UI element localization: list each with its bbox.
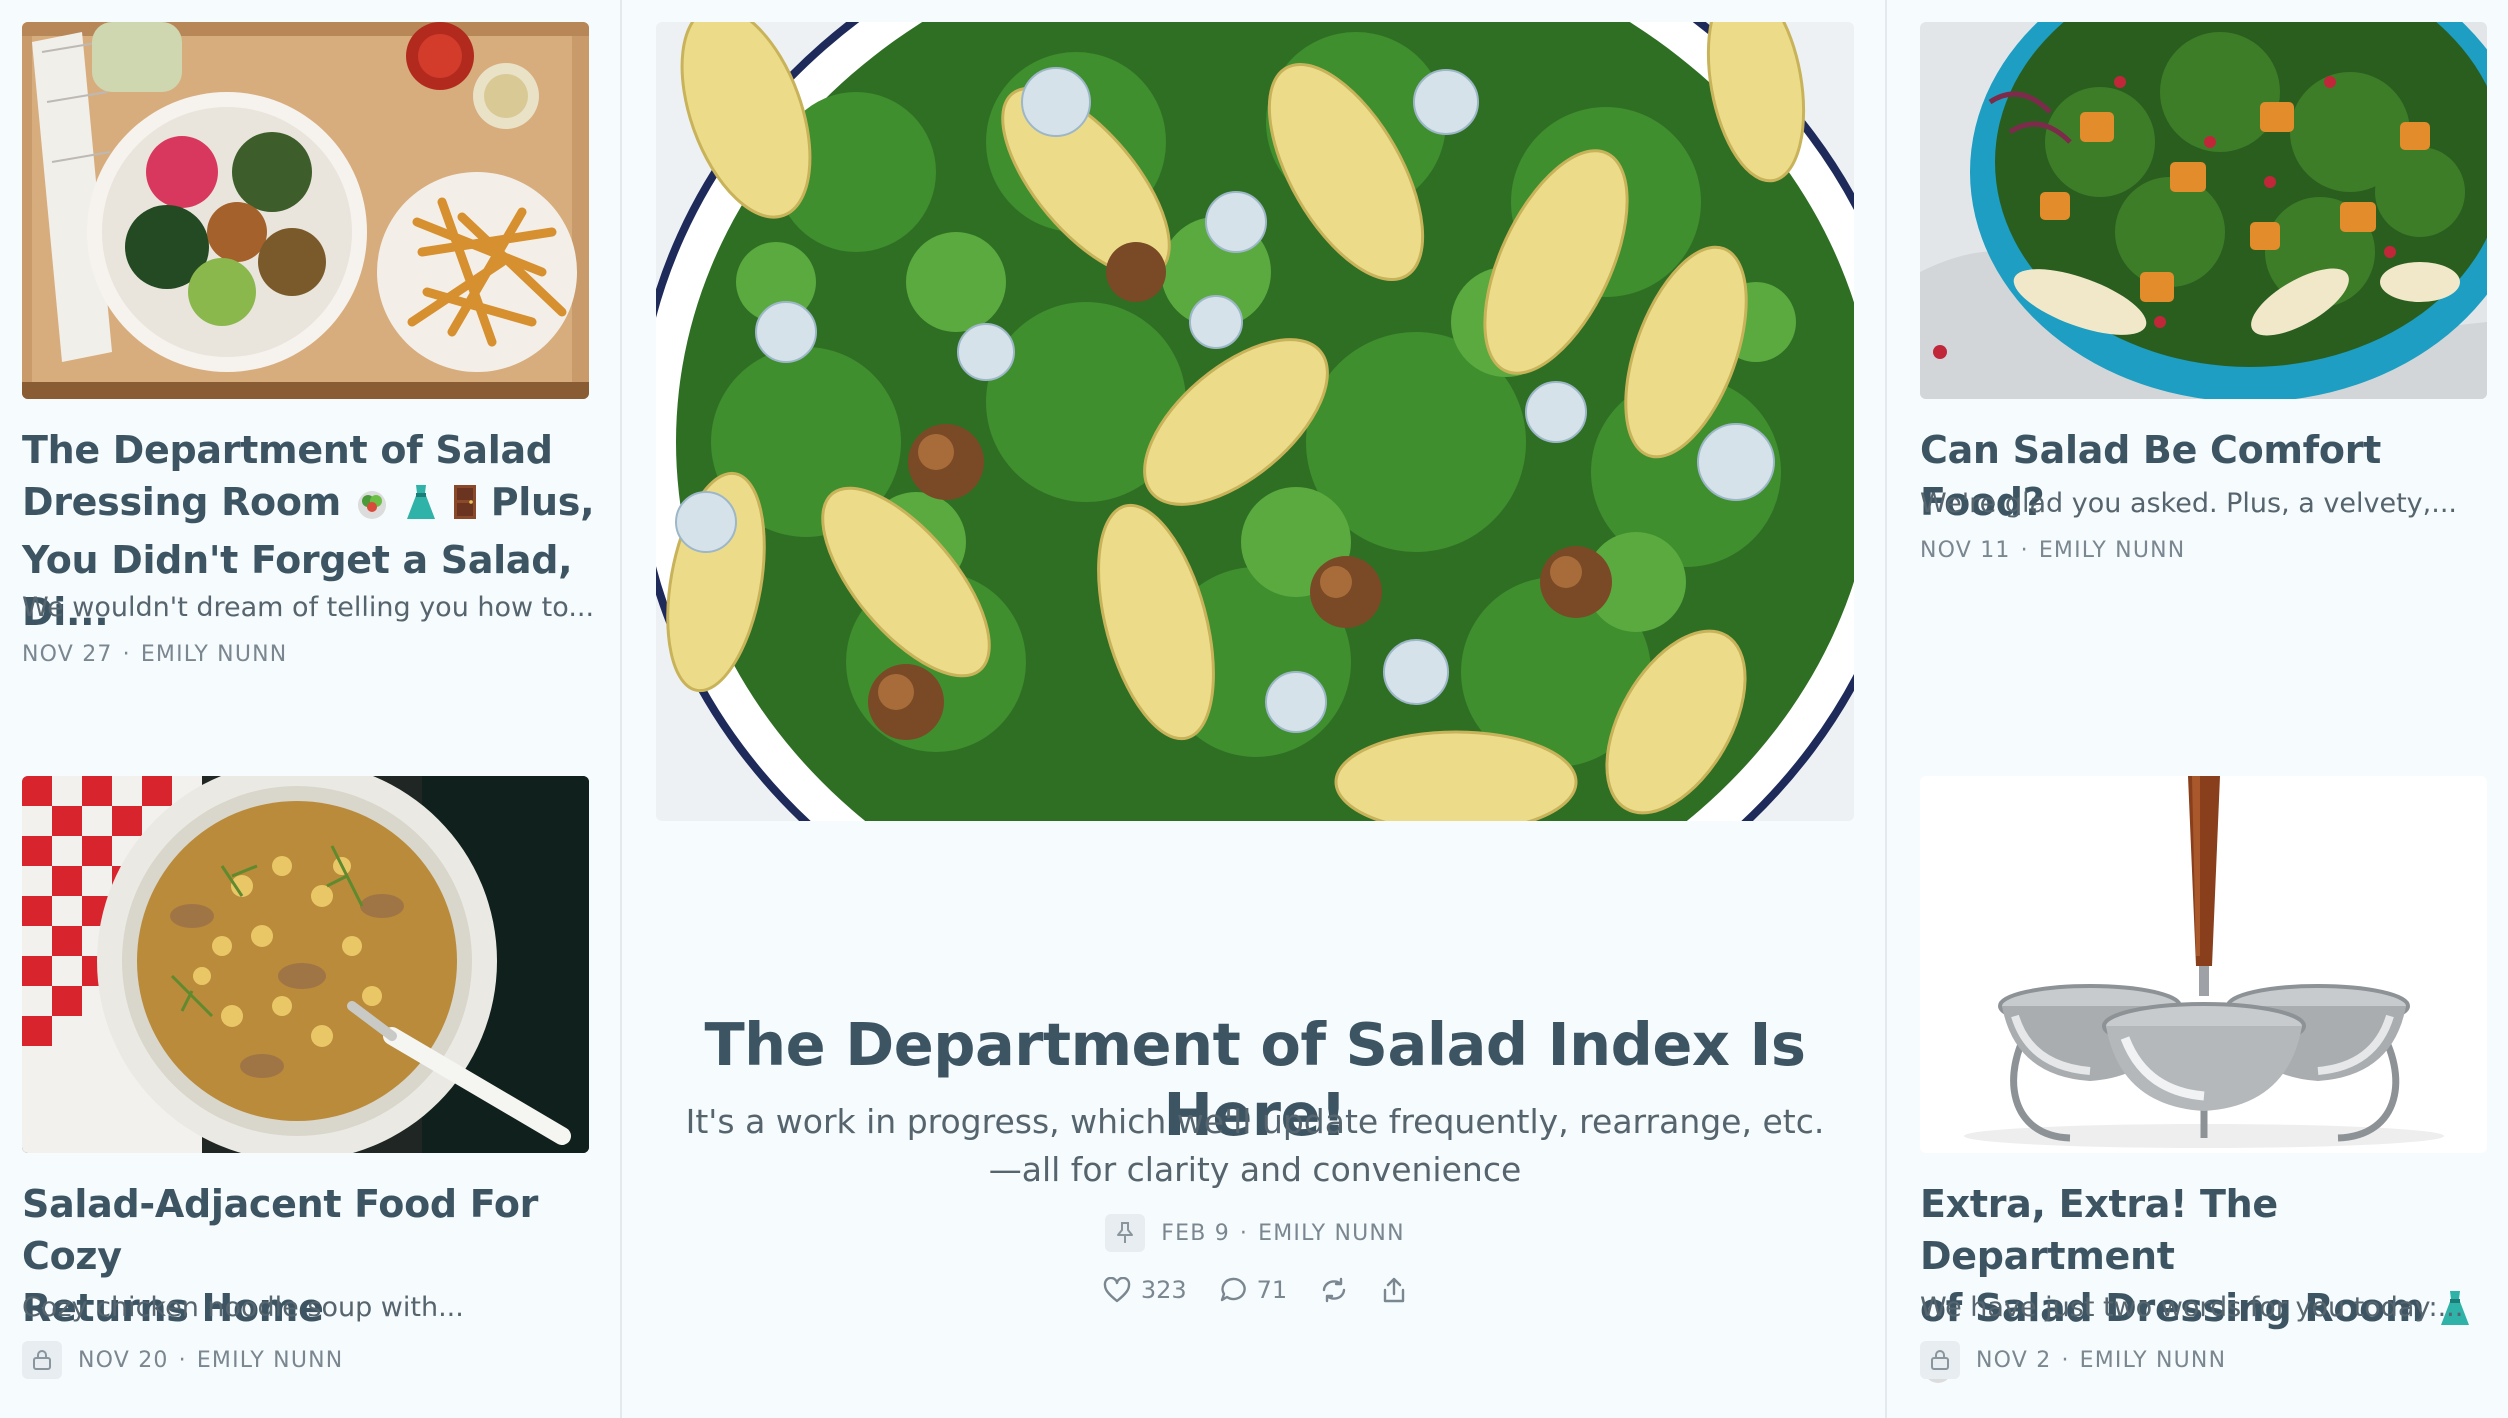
column-divider-right [1885,0,1887,1418]
restack-icon [1322,1277,1346,1303]
lock-icon [33,1350,51,1370]
meta-separator: · [1239,1220,1249,1246]
comment-count: 71 [1256,1276,1288,1304]
pin-icon [1117,1222,1134,1243]
post-image-salad-bowl-fries[interactable] [22,22,589,399]
featured-post-image-pear-salad[interactable] [656,22,1854,821]
paid-lock-badge [1920,1341,1960,1379]
post-date: NOV 11 [1920,538,2011,563]
like-count: 323 [1140,1276,1187,1304]
post-subtitle: We're glad you asked. Plus, a velvety,..… [1920,488,2457,519]
paid-lock-badge [22,1341,62,1379]
post-title-line[interactable]: The Department of Salad [22,428,553,472]
post-date: NOV 27 [22,642,113,667]
pinned-badge [1105,1214,1146,1252]
post-title-line[interactable]: Extra, Extra! The Department [1920,1182,2278,1278]
post-date: NOV 20 [78,1347,169,1373]
post-meta: NOV 11 · EMILY NUNN [1920,538,2185,563]
dress-emoji-icon [403,482,439,534]
like-button[interactable]: 323 [1103,1276,1187,1304]
column-divider-left [620,0,622,1418]
comment-button[interactable]: 71 [1219,1276,1288,1304]
post-meta: NOV 2 · EMILY NUNN [1920,1341,2226,1379]
post-title-line[interactable]: Salad-Adjacent Food For Cozy [22,1182,538,1278]
share-icon [1383,1277,1405,1303]
featured-post-meta: FEB 9 · EMILY NUNN [656,1214,1854,1252]
post-subtitle: We have just two words for you today:... [1920,1292,2464,1323]
post-author[interactable]: EMILY NUNN [197,1348,344,1373]
post-date: FEB 9 [1161,1220,1230,1246]
meta-separator: · [178,1347,187,1373]
comment-icon [1220,1277,1246,1302]
post-subtitle: Cozy chicken noodle soup with... [22,1292,464,1323]
meta-separator: · [2020,538,2029,563]
meta-separator: · [2061,1347,2070,1373]
lock-icon [1931,1350,1949,1370]
post-author[interactable]: EMILY NUNN [1258,1221,1405,1246]
post-image-noodle-soup[interactable] [22,776,589,1153]
heart-icon [1103,1277,1131,1303]
salad-emoji-icon [354,482,390,534]
post-title-line[interactable]: Plus, [491,480,595,524]
restack-button[interactable] [1319,1276,1349,1304]
share-button[interactable] [1381,1276,1407,1304]
post-author[interactable]: EMILY NUNN [141,642,288,667]
post-image-condiment-caddy[interactable] [1920,776,2487,1153]
featured-post-actions: 323 71 [656,1276,1854,1304]
door-emoji-icon [452,482,478,534]
post-title-line[interactable]: Dressing Room [22,480,341,524]
post-meta: NOV 27 · EMILY NUNN [22,642,287,667]
post-meta: NOV 20 · EMILY NUNN [22,1341,343,1379]
meta-separator: · [122,642,131,667]
post-author[interactable]: EMILY NUNN [2039,538,2186,563]
post-subtitle: We wouldn't dream of telling you how to.… [22,592,592,623]
post-grid: The Department of Salad Dressing Room Pl… [0,0,2508,1418]
post-date: NOV 2 [1976,1347,2052,1373]
post-author[interactable]: EMILY NUNN [2080,1348,2227,1373]
featured-post-subtitle: It's a work in progress, which we'll upd… [685,1102,1825,1189]
post-image-squash-salad[interactable] [1920,22,2487,399]
